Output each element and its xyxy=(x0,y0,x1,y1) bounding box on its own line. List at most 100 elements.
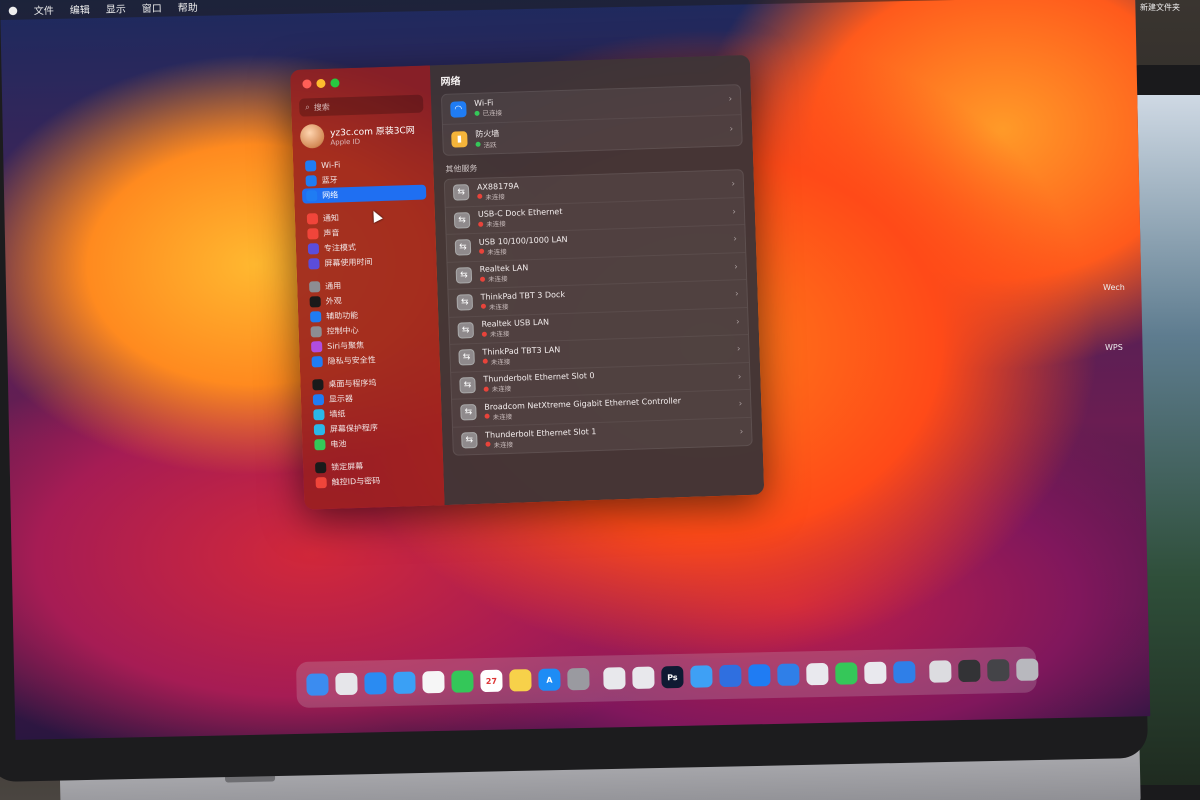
sidebar-item-icon xyxy=(305,160,317,172)
photos-icon[interactable] xyxy=(422,670,445,694)
sidebar-item-icon xyxy=(310,326,322,338)
ethernet-icon: ⇆ xyxy=(461,432,478,449)
status-label: 未连接 xyxy=(487,247,507,257)
sidebar-item-label: 外观 xyxy=(325,296,342,306)
status-label: 活跃 xyxy=(483,140,497,150)
zoom-button[interactable] xyxy=(330,78,340,88)
sidebar-item-label: Siri与聚焦 xyxy=(327,340,365,351)
folder-stack-icon[interactable] xyxy=(929,660,952,683)
app-blue-2-icon[interactable] xyxy=(893,661,916,684)
photoshop-icon[interactable]: Ps xyxy=(661,665,684,689)
chevron-right-icon: › xyxy=(732,206,737,217)
sidebar-list: Wi-Fi 蓝牙 网络 通知 声音 专注模式 屏幕使用时间 通用 外观 辅助功能 控制中心 Siri与… xyxy=(301,155,436,491)
sidebar-item-icon xyxy=(310,311,322,323)
app-store-icon[interactable]: A xyxy=(538,668,561,691)
launchpad-icon[interactable] xyxy=(335,672,358,696)
wifi-icon: ◠ xyxy=(450,100,467,118)
menu-item[interactable]: 文件 xyxy=(34,1,54,16)
sidebar-item-icon xyxy=(315,462,327,474)
notes-icon[interactable] xyxy=(509,669,532,692)
sidebar-item-label: 通用 xyxy=(325,281,342,291)
sidebar-item-label: 触控ID与密码 xyxy=(331,476,381,487)
screenshots-2-icon[interactable] xyxy=(987,659,1010,682)
service-status: 未连接 xyxy=(479,244,568,257)
trash-icon[interactable] xyxy=(1016,658,1039,681)
service-status: 已连接 xyxy=(474,107,502,118)
status-dot-icon xyxy=(481,331,487,337)
netnewswire-icon[interactable] xyxy=(719,664,742,688)
status-label: 未连接 xyxy=(490,357,511,367)
network-pane: 网络 ◠ Wi-Fi 已连接 › ▮ 防火墙 活跃 › 其他服务 ⇆ AX88179A 未连接 › ⇆… xyxy=(429,54,765,506)
wechat-icon[interactable] xyxy=(835,662,858,685)
system-settings-window: ⌕ 搜索 yz3c.com 原装3C网 Apple ID Wi-Fi 蓝牙 网络 通知… xyxy=(290,54,765,510)
grid-app-icon[interactable] xyxy=(748,664,771,687)
chrome-2-icon[interactable] xyxy=(864,661,887,685)
service-status: 未连接 xyxy=(482,354,561,367)
calendar-icon[interactable]: 27 xyxy=(480,669,503,693)
preview-icon[interactable] xyxy=(603,667,626,690)
chevron-right-icon: › xyxy=(737,371,742,382)
status-label: 未连接 xyxy=(489,330,510,339)
window-controls xyxy=(302,76,422,89)
status-label: 未连接 xyxy=(493,440,514,450)
status-label: 未连接 xyxy=(486,220,506,229)
sidebar-item-icon xyxy=(305,175,317,187)
search-placeholder: 搜索 xyxy=(313,102,330,112)
sidebar-item-label: 电池 xyxy=(330,439,347,449)
status-dot-icon xyxy=(485,441,491,447)
app-blue-1-icon[interactable] xyxy=(777,663,800,686)
menu-item[interactable]: 显示 xyxy=(106,0,126,15)
mail-icon[interactable] xyxy=(393,671,416,694)
ethernet-icon: ⇆ xyxy=(454,239,472,256)
other-services-list: ⇆ AX88179A 未连接 › ⇆ USB-C Dock Ethernet 未连接 › ⇆ US… xyxy=(443,169,753,456)
menu-item[interactable]: 帮助 xyxy=(178,0,198,13)
status-dot-icon xyxy=(480,303,487,310)
service-status: 未连接 xyxy=(481,327,550,339)
system-settings-icon[interactable] xyxy=(567,667,590,691)
ethernet-icon: ⇆ xyxy=(457,321,474,339)
status-dot-icon xyxy=(477,193,483,200)
facetime-icon[interactable] xyxy=(451,670,474,693)
status-label: 未连接 xyxy=(491,385,512,394)
safari-icon[interactable] xyxy=(364,672,387,695)
desktop-label-wps: WPS xyxy=(1105,343,1123,352)
chrome-icon[interactable] xyxy=(806,662,829,686)
desktop-label-wech: Wech xyxy=(1103,283,1125,292)
sidebar-item-icon xyxy=(315,477,327,489)
sidebar-item-label: 通知 xyxy=(322,213,340,223)
sidebar-item-icon xyxy=(311,356,323,368)
status-dot-icon xyxy=(479,248,485,255)
close-button[interactable] xyxy=(302,79,312,89)
chevron-right-icon: › xyxy=(731,179,736,190)
menu-item[interactable]: 窗口 xyxy=(142,0,162,14)
service-name: 防火墙 xyxy=(475,128,500,139)
sidebar-item-label: Wi-Fi xyxy=(321,160,341,171)
primary-services: ◠ Wi-Fi 已连接 › ▮ 防火墙 活跃 › xyxy=(440,84,743,156)
sidebar-item-label: 锁定屏幕 xyxy=(331,461,364,472)
sidebar-item-icon xyxy=(309,296,321,308)
chevron-right-icon: › xyxy=(738,399,743,410)
search-icon: ⌕ xyxy=(305,102,310,112)
status-label: 未连接 xyxy=(485,192,505,202)
qq-icon[interactable] xyxy=(690,665,713,688)
ethernet-icon: ⇆ xyxy=(460,404,477,421)
sidebar-item-icon xyxy=(309,281,321,293)
menu-item[interactable]: 编辑 xyxy=(70,1,90,16)
sidebar-item-label: 屏幕保护程序 xyxy=(329,423,379,434)
sidebar-item-icon xyxy=(311,341,323,353)
service-status: 未连接 xyxy=(477,190,519,201)
minimize-button[interactable] xyxy=(316,78,326,89)
sidebar-item[interactable]: 触控ID与密码 xyxy=(311,471,435,490)
chevron-right-icon: › xyxy=(734,289,739,300)
apple-menu-icon[interactable]: ● xyxy=(8,3,18,16)
finder-icon[interactable] xyxy=(306,673,329,696)
screenshots-icon[interactable] xyxy=(958,659,981,683)
status-dot-icon xyxy=(483,386,489,392)
sidebar-item-icon xyxy=(306,190,318,202)
search-field[interactable]: ⌕ 搜索 xyxy=(298,94,424,117)
chevron-right-icon: › xyxy=(728,94,733,105)
apple-id-account[interactable]: yz3c.com 原装3C网 Apple ID xyxy=(299,121,425,149)
sidebar-item-icon xyxy=(307,228,319,240)
sidebar-item-icon xyxy=(308,258,320,270)
app-red-icon[interactable] xyxy=(632,666,655,689)
